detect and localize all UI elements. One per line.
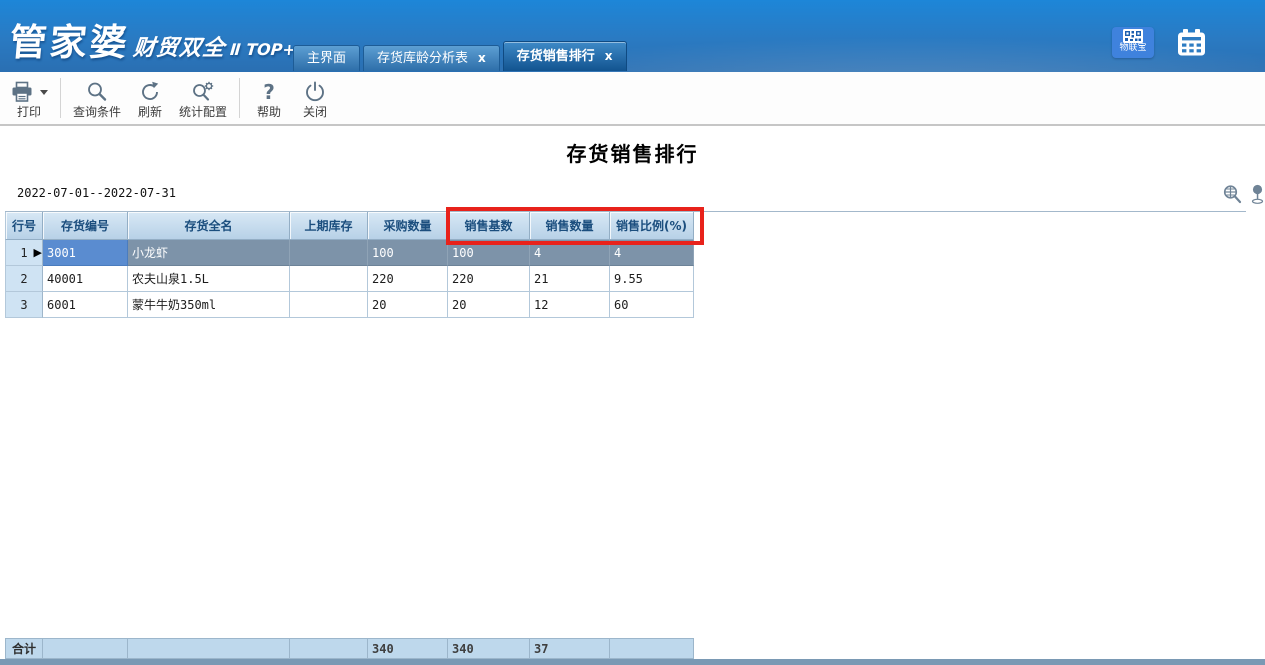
cell-prev-stock[interactable] (290, 240, 368, 266)
power-icon (303, 80, 327, 104)
tab-close-icon[interactable]: x (478, 46, 486, 71)
toolbar-button-label: 刷新 (138, 105, 162, 119)
cell-purchase-qty[interactable]: 220 (368, 266, 448, 292)
printer-icon (10, 81, 34, 103)
report-title: 存货销售排行 (0, 138, 1265, 167)
totals-purchase-qty: 340 (368, 638, 448, 659)
cell-sales-qty[interactable]: 21 (530, 266, 610, 292)
cell-item-name[interactable]: 蒙牛牛奶350ml (128, 292, 290, 318)
cell-sales-qty[interactable]: 12 (530, 292, 610, 318)
cell-item-code[interactable]: 40001 (43, 266, 128, 292)
help-button[interactable]: ? 帮助 (246, 72, 292, 124)
logo-brand: 管家婆 (8, 12, 133, 66)
close-view-button[interactable]: 关闭 (292, 72, 338, 124)
app-window: 管家婆 财贸双全 Ⅱ TOP+ 主界面 存货库龄分析表 x 存货销售排行 x (0, 0, 1265, 665)
table-row[interactable]: 3 6001 蒙牛牛奶350ml 20 20 12 60 (5, 292, 694, 318)
toolbar-button-label: 打印 (17, 105, 41, 119)
cell-sales-base[interactable]: 100 (448, 240, 530, 266)
cell-item-name[interactable]: 小龙虾 (128, 240, 290, 266)
qr-code-icon (1123, 29, 1143, 43)
totals-sales-base: 340 (448, 638, 530, 659)
iot-badge-button[interactable]: 物联宝 (1112, 27, 1154, 58)
row-number-cell[interactable]: 2 (5, 266, 43, 292)
cell-prev-stock[interactable] (290, 266, 368, 292)
search-icon (85, 80, 109, 104)
cell-sales-qty[interactable]: 4 (530, 240, 610, 266)
tab-inventory-aging[interactable]: 存货库龄分析表 x (363, 45, 500, 71)
col-header-purchase-qty[interactable]: 采购数量 (368, 212, 448, 240)
report-date-range: 2022-07-01--2022-07-31 (17, 186, 176, 200)
cell-prev-stock[interactable] (290, 292, 368, 318)
refresh-icon (138, 80, 162, 104)
col-header-row-no[interactable]: 行号 (5, 212, 43, 240)
tab-label: 存货销售排行 (517, 44, 595, 69)
row-number: 1 (20, 246, 27, 260)
cell-purchase-qty[interactable]: 100 (368, 240, 448, 266)
row-number: 3 (20, 298, 27, 312)
row-number: 2 (20, 272, 27, 286)
tab-label: 主界面 (307, 46, 346, 71)
cell-item-code[interactable]: 6001 (43, 292, 128, 318)
tab-label: 存货库龄分析表 (377, 46, 468, 71)
cell-item-code[interactable]: 3001 (43, 240, 128, 266)
cell-sales-base[interactable]: 220 (448, 266, 530, 292)
logo-product: 财贸双全 (132, 30, 227, 62)
stats-config-button[interactable]: 统计配置 (173, 72, 233, 124)
totals-item-code (43, 638, 128, 659)
toolbar-button-label: 关闭 (303, 105, 327, 119)
col-header-item-code[interactable]: 存货编号 (43, 212, 128, 240)
totals-prev-stock (290, 638, 368, 659)
query-conditions-button[interactable]: 查询条件 (67, 72, 127, 124)
cell-sales-base[interactable]: 20 (448, 292, 530, 318)
cell-sales-ratio[interactable]: 60 (610, 292, 694, 318)
grid-header-row: 行号 存货编号 存货全名 上期库存 采购数量 销售基数 销售数量 销售比例(%) (5, 212, 694, 240)
help-icon: ? (263, 81, 275, 103)
refresh-button[interactable]: 刷新 (127, 72, 173, 124)
toolbar-button-label: 统计配置 (179, 105, 227, 119)
tab-main[interactable]: 主界面 (293, 45, 360, 71)
tab-close-icon[interactable]: x (605, 44, 613, 69)
row-number-cell[interactable]: 3 (5, 292, 43, 318)
totals-sales-qty: 37 (530, 638, 610, 659)
toolbar-separator (239, 78, 240, 118)
totals-item-name (128, 638, 290, 659)
app-logo: 管家婆 财贸双全 Ⅱ TOP+ (8, 12, 300, 66)
report-tools (1222, 184, 1265, 205)
iot-badge-label: 物联宝 (1112, 43, 1154, 53)
tab-inventory-sales-ranking[interactable]: 存货销售排行 x (503, 41, 627, 71)
logo-edition: Ⅱ TOP+ (229, 40, 296, 59)
table-row[interactable]: 1 ▶ 3001 小龙虾 100 100 4 4 (5, 240, 694, 266)
selected-row-marker-icon: ▶ (34, 246, 42, 259)
col-header-sales-base[interactable]: 销售基数 (448, 212, 530, 240)
print-dropdown-caret[interactable] (40, 90, 48, 95)
bottom-status-strip (0, 659, 1265, 665)
toolbar: 打印 查询条件 刷新 (0, 72, 1265, 126)
totals-sales-ratio (610, 638, 694, 659)
cell-item-name[interactable]: 农夫山泉1.5L (128, 266, 290, 292)
stats-config-icon (190, 80, 216, 104)
toolbar-button-label: 帮助 (257, 105, 281, 119)
tab-bar: 主界面 存货库龄分析表 x 存货销售排行 x (293, 41, 627, 71)
toolbar-button-label: 查询条件 (73, 105, 121, 119)
cell-sales-ratio[interactable]: 4 (610, 240, 694, 266)
row-number-cell[interactable]: 1 ▶ (5, 240, 43, 266)
col-header-sales-qty[interactable]: 销售数量 (530, 212, 610, 240)
toolbar-separator (60, 78, 61, 118)
totals-label: 合计 (5, 638, 43, 659)
cell-purchase-qty[interactable]: 20 (368, 292, 448, 318)
inventory-sales-grid: 行号 存货编号 存货全名 上期库存 采购数量 销售基数 销售数量 销售比例(%)… (5, 212, 694, 318)
app-header: 管家婆 财贸双全 Ⅱ TOP+ 主界面 存货库龄分析表 x 存货销售排行 x (0, 0, 1265, 72)
grid-totals-row: 合计 340 340 37 (5, 638, 694, 659)
col-header-prev-stock[interactable]: 上期库存 (290, 212, 368, 240)
col-header-sales-ratio[interactable]: 销售比例(%) (610, 212, 694, 240)
col-header-item-name[interactable]: 存货全名 (128, 212, 290, 240)
zoom-grid-icon[interactable] (1222, 184, 1242, 205)
calendar-grid-icon[interactable] (1177, 29, 1206, 60)
cell-sales-ratio[interactable]: 9.55 (610, 266, 694, 292)
table-row[interactable]: 2 40001 农夫山泉1.5L 220 220 21 9.55 (5, 266, 694, 292)
print-button[interactable]: 打印 (4, 72, 54, 124)
pin-icon[interactable] (1250, 184, 1265, 205)
